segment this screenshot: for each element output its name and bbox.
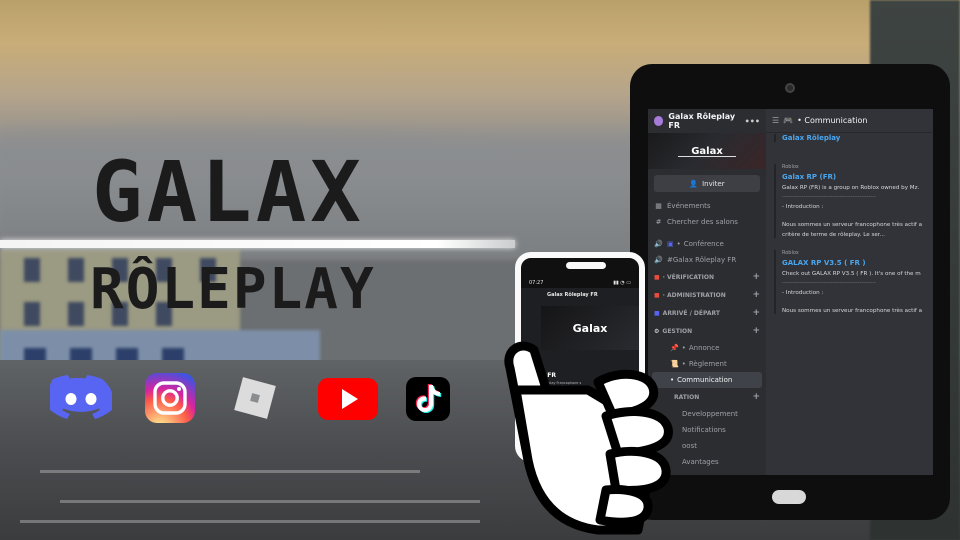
server-name: Galax Rôleplay FR bbox=[668, 112, 736, 130]
instagram-icon bbox=[145, 373, 195, 423]
embed-text bbox=[782, 214, 925, 218]
youtube-icon bbox=[318, 378, 378, 420]
channel-browse[interactable]: # Chercher des salons bbox=[648, 214, 766, 230]
category-administration[interactable]: ■ · ADMINISTRATION + bbox=[648, 286, 766, 304]
embed-title-link[interactable]: GALAX RP V3.5 ( FR ) bbox=[782, 259, 925, 267]
channel-title: • Communication bbox=[797, 116, 868, 125]
lock-icon: ■ bbox=[654, 273, 660, 281]
server-avatar bbox=[654, 116, 664, 126]
channel-label: Conférence bbox=[683, 240, 724, 248]
channel-events[interactable]: ▦ Événements bbox=[648, 198, 766, 214]
embed-text: - Introduction : bbox=[782, 290, 824, 296]
voice-status-icon: ▣ bbox=[667, 240, 674, 248]
search-channels-icon: # bbox=[655, 218, 662, 226]
embed-message: Roblox GALAX RP V3.5 ( FR ) Check out GA… bbox=[774, 250, 925, 314]
embed-message: Galax Rôleplay bbox=[774, 134, 925, 142]
embed-title-link[interactable]: Galax RP (FR) bbox=[782, 173, 925, 181]
phone-status-bar: 07:27 ▮▮ ◔ ▭ bbox=[529, 280, 631, 286]
category-label: · VÉRIFICATION bbox=[662, 273, 714, 281]
embed-separator: ----------------------------------------… bbox=[782, 280, 876, 286]
light-bar bbox=[0, 240, 515, 248]
embed-title-link[interactable]: Galax Rôleplay bbox=[782, 134, 925, 142]
embed-text: critère de terme de rôleplay. Le ser... bbox=[782, 232, 885, 238]
plus-icon[interactable]: + bbox=[752, 392, 760, 402]
camera-icon bbox=[785, 83, 795, 93]
menu-icon[interactable]: ☰ bbox=[772, 116, 779, 125]
more-icon[interactable]: ••• bbox=[745, 117, 760, 126]
wave-icon: ■ bbox=[654, 309, 660, 317]
embed-text: - Introduction : bbox=[782, 204, 824, 210]
server-banner: Galax bbox=[648, 133, 766, 169]
signal-battery-icon: ▮▮ ◔ ▭ bbox=[613, 280, 631, 286]
channel-label: Notifications bbox=[682, 426, 726, 434]
category-label: ARRIVÉ / DÉPART bbox=[662, 309, 720, 317]
embed-provider: Roblox bbox=[782, 164, 799, 170]
thumbs-up-hand-icon bbox=[504, 341, 673, 535]
phone-server-name: Galax Rôleplay FR bbox=[547, 292, 598, 298]
embed-text: Check out GALAX RP V3.5 ( FR ). It's one… bbox=[782, 271, 921, 277]
message-list: Galax Rôleplay Roblox Galax RP (FR) Gala… bbox=[766, 133, 933, 475]
logo-title: GALAX bbox=[92, 143, 365, 241]
add-user-icon: 👤 bbox=[689, 179, 699, 188]
channel-conference[interactable]: 🔊 ▣ • Conférence bbox=[648, 236, 766, 252]
plus-icon[interactable]: + bbox=[752, 290, 760, 300]
discord-icon bbox=[50, 373, 112, 423]
channel-label: Annonce bbox=[688, 344, 720, 352]
phone-time: 07:27 bbox=[529, 280, 544, 286]
channel-label: #Galax Rôleplay FR bbox=[667, 256, 737, 264]
embed-provider: Roblox bbox=[782, 250, 799, 256]
channel-label: Règlement bbox=[688, 360, 727, 368]
channel-label: Developpement bbox=[682, 410, 738, 418]
plus-icon[interactable]: + bbox=[752, 308, 760, 318]
embed-text: Nous sommes un serveur francophone très … bbox=[782, 222, 923, 228]
plus-icon[interactable]: + bbox=[752, 326, 760, 336]
roblox-icon bbox=[230, 373, 280, 423]
embed-text: Galax RP (FR) is a group on Roblox owned… bbox=[782, 185, 920, 191]
channel-label: Événements bbox=[667, 202, 711, 210]
invite-button[interactable]: 👤 Inviter bbox=[654, 175, 760, 192]
embed-text: Nous sommes un serveur francophone très … bbox=[782, 308, 923, 314]
discord-screen: Galax Rôleplay FR ••• Galax 👤 Inviter ▦ … bbox=[648, 109, 933, 475]
channel-prefix: • bbox=[676, 240, 681, 248]
server-header[interactable]: Galax Rôleplay FR ••• bbox=[648, 109, 766, 133]
tiktok-icon bbox=[406, 377, 450, 421]
embed-message: Roblox Galax RP (FR) Galax RP (FR) is a … bbox=[774, 164, 925, 238]
embed-text bbox=[782, 300, 925, 304]
home-button[interactable] bbox=[772, 490, 806, 504]
phone-notch bbox=[566, 262, 606, 269]
game-icon: 🎮 bbox=[783, 116, 794, 125]
calendar-icon: ▦ bbox=[655, 202, 662, 210]
plus-icon[interactable]: + bbox=[752, 272, 760, 282]
channel-label: Chercher des salons bbox=[667, 218, 738, 226]
voice-icon: 🔊 bbox=[654, 240, 663, 248]
category-arrive-depart[interactable]: ■ ARRIVÉ / DÉPART + bbox=[648, 304, 766, 322]
category-label: · ADMINISTRATION bbox=[662, 291, 726, 299]
category-verification[interactable]: ■ · VÉRIFICATION + bbox=[648, 268, 766, 286]
logo-subtitle: RÔLEPLAY bbox=[90, 257, 376, 322]
voice-icon: 🔊 bbox=[654, 256, 663, 264]
channel-galax-rp[interactable]: 🔊 #Galax Rôleplay FR bbox=[648, 252, 766, 268]
channel-header: ☰ 🎮 • Communication bbox=[766, 109, 933, 133]
invite-label: Inviter bbox=[702, 179, 725, 188]
embed-separator: ----------------------------------------… bbox=[782, 194, 876, 200]
lock-icon: ■ bbox=[654, 291, 660, 299]
